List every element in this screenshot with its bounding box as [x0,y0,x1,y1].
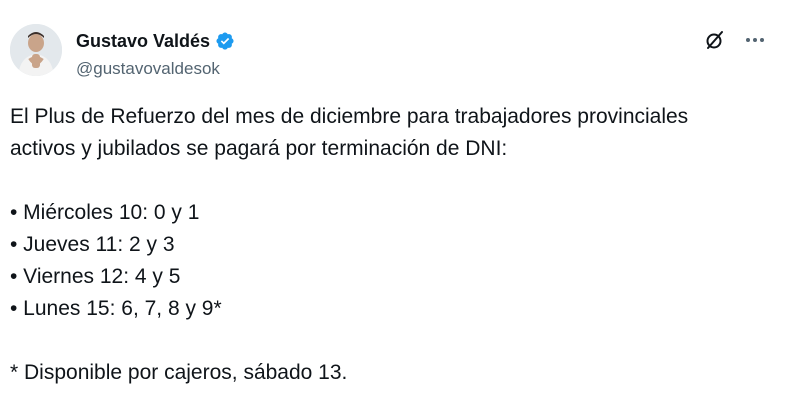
avatar[interactable] [10,24,62,76]
post-top-actions [703,28,767,52]
post-text-line: activos y jubilados se pagará por termin… [10,137,508,160]
grok-icon[interactable] [703,28,727,52]
schedule-item: • Viernes 12: 4 y 5 [10,265,181,288]
schedule-item: • Lunes 15: 6, 7, 8 y 9* [10,297,222,320]
post-card: Gustavo Valdés @gustavovaldesok El Plus … [0,0,787,412]
author-name-row: Gustavo Valdés [76,30,235,52]
post-author: Gustavo Valdés @gustavovaldesok [76,30,235,79]
author-display-name[interactable]: Gustavo Valdés [76,30,210,52]
more-options-icon[interactable] [743,28,767,52]
verified-badge-icon [215,31,235,51]
post-text-line: El Plus de Refuerzo del mes de diciembre… [10,105,689,128]
post-blank-line [10,165,770,197]
post-blank-line [10,325,770,357]
avatar-photo [10,24,62,76]
author-handle[interactable]: @gustavovaldesok [76,59,235,79]
schedule-item: • Miércoles 10: 0 y 1 [10,201,200,224]
schedule-item: • Jueves 11: 2 y 3 [10,233,175,256]
post-footnote: * Disponible por cajeros, sábado 13. [10,361,348,384]
post-body: El Plus de Refuerzo del mes de diciembre… [10,101,770,389]
